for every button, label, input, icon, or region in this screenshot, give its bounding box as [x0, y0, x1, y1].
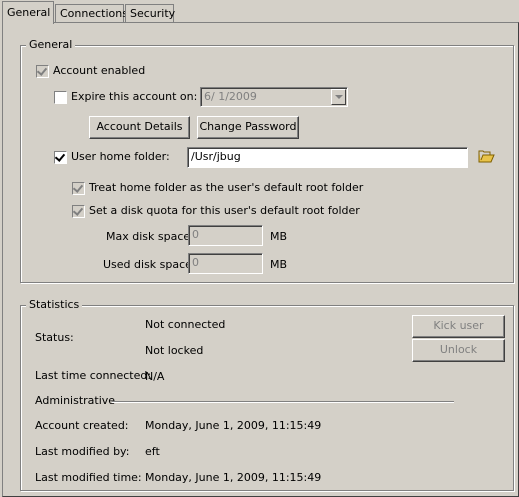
disk-quota-label: Set a disk quota for this user's default… — [89, 204, 360, 217]
tab-security[interactable]: Security — [125, 4, 175, 22]
home-folder-label: User home folder: — [71, 150, 170, 163]
general-group-title: General — [26, 38, 76, 51]
chevron-down-icon[interactable] — [331, 89, 346, 105]
administrative-label: Administrative — [35, 394, 116, 407]
status-locked-value: Not locked — [145, 344, 204, 357]
max-disk-label: Max disk space: — [106, 230, 194, 243]
treat-home-root-label: Treat home folder as the user's default … — [89, 181, 364, 194]
home-folder-input[interactable]: /Usr/jbug — [187, 147, 468, 168]
used-disk-input[interactable]: 0 — [188, 253, 263, 274]
last-modified-time-value: Monday, June 1, 2009, 11:15:49 — [145, 471, 322, 484]
expire-account-checkbox[interactable] — [54, 91, 67, 104]
tab-general[interactable]: General — [2, 1, 54, 24]
administrative-divider — [112, 401, 454, 403]
status-connected-value: Not connected — [145, 318, 226, 331]
last-connected-label: Last time connected: — [35, 369, 152, 382]
account-created-value: Monday, June 1, 2009, 11:15:49 — [145, 419, 322, 432]
tab-bar: General Connections Security — [0, 0, 519, 24]
home-folder-checkbox[interactable] — [54, 151, 67, 164]
expire-date-value: 6/ 1/2009 — [204, 90, 257, 103]
kick-user-button[interactable]: Kick user — [412, 315, 505, 338]
statistics-group-title: Statistics — [26, 298, 83, 311]
last-modified-by-label: Last modified by: — [35, 445, 130, 458]
unlock-button[interactable]: Unlock — [412, 339, 505, 362]
tab-connections[interactable]: Connections — [55, 4, 128, 22]
treat-home-root-checkbox[interactable] — [72, 182, 85, 195]
folder-open-icon[interactable] — [478, 149, 495, 163]
used-disk-label: Used disk space: — [103, 258, 196, 271]
account-details-button[interactable]: Account Details — [89, 116, 190, 139]
used-disk-unit: MB — [270, 258, 288, 271]
disk-quota-checkbox[interactable] — [72, 205, 85, 218]
max-disk-input[interactable]: 0 — [188, 225, 263, 246]
last-modified-time-label: Last modified time: — [35, 471, 142, 484]
expire-date-picker[interactable]: 6/ 1/2009 — [200, 87, 348, 107]
account-enabled-label: Account enabled — [53, 64, 146, 77]
change-password-button[interactable]: Change Password — [197, 116, 299, 139]
account-created-label: Account created: — [35, 419, 129, 432]
last-connected-value: N/A — [145, 370, 165, 383]
expire-account-label: Expire this account on: — [71, 90, 198, 103]
status-label: Status: — [35, 331, 74, 344]
account-enabled-checkbox[interactable] — [36, 65, 49, 78]
max-disk-unit: MB — [270, 230, 288, 243]
last-modified-by-value: eft — [145, 445, 160, 458]
